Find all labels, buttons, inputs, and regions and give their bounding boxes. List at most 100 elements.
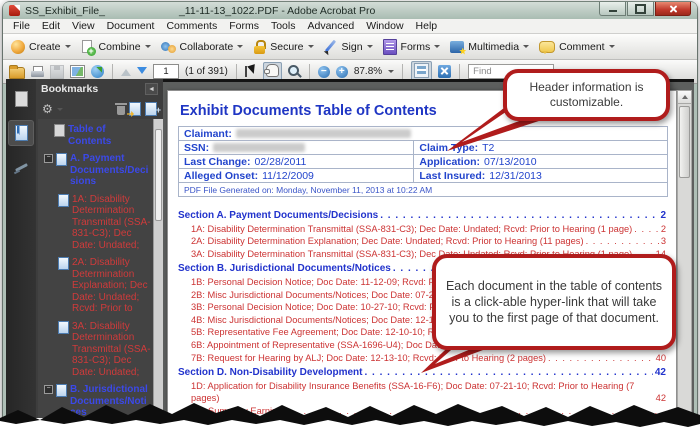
toolbar-button[interactable]: Multimedia [450,41,529,53]
chevron-down-icon [609,45,615,51]
bookmark-item[interactable]: − 2A: Disability Determination Explanati… [58,257,151,315]
menu-item[interactable]: Advanced [301,20,360,32]
toc-page-number: 42 [655,367,666,380]
title-bar[interactable]: SS_Exhibit_File_ _11-11-13_1022.PDF - Ad… [3,2,697,19]
new-bookmark-icon[interactable] [145,102,157,116]
collapse-minus-icon[interactable]: − [44,385,53,394]
toc-page-number: 3 [661,235,666,248]
panel-options-button[interactable]: ◄ [145,83,158,95]
options-gear-icon[interactable]: ⚙ [42,103,53,115]
toc-entry[interactable]: 2A: Disability Determination Explanation… [178,235,666,248]
bookmarks-panel: Bookmarks ◄ ⚙ [36,79,163,426]
separator [309,64,310,80]
toolbar-button-label: Collaborate [180,41,234,53]
menu-item[interactable]: Document [101,20,161,32]
bookmark-label: 3A: Disability Determination Transmittal… [72,321,151,379]
next-page-icon[interactable] [137,67,147,79]
toolbar-button[interactable]: Forms [383,39,441,55]
zoom-in-icon[interactable]: + [336,66,348,78]
signatures-panel-button[interactable] [9,155,33,179]
save-icon [50,65,64,79]
bookmarks-scrollbar[interactable] [153,119,163,426]
menu-item[interactable]: Edit [36,20,66,32]
claim-header-table: Claimant: SSN: Claim Type: T2 [178,126,668,197]
close-button[interactable] [655,2,691,16]
page-number-input[interactable]: 1 [153,64,179,79]
bookmark-page-icon [54,124,65,137]
redacted-claimant-value [236,129,411,138]
pages-icon [15,91,28,107]
menu-item[interactable]: View [66,20,101,32]
toolbar-button[interactable]: Collaborate [161,40,244,54]
multimedia-icon [450,41,464,53]
hand-tool-icon [266,64,279,77]
acrobat-window: SS_Exhibit_File_ _11-11-13_1022.PDF - Ad… [3,2,697,426]
menu-item[interactable]: Help [410,20,444,32]
bookmark-item[interactable]: − A. Payment Documents/Decisions [44,153,151,188]
redacted-ssn-value [213,143,305,152]
bookmarks-panel-button[interactable] [8,120,34,146]
minimize-button[interactable] [599,2,626,16]
alleged-onset-cell: Alleged Onset: 11/12/2009 [179,169,413,182]
toc-entry-text: Section B. Jurisdictional Documents/Noti… [178,263,391,276]
find-placeholder: Find [473,66,491,77]
expand-bookmark-icon[interactable] [129,102,141,116]
last-insured-cell: Last Insured: 12/31/2013 [413,169,667,182]
toolbar-button[interactable]: Comment [539,40,615,53]
share-upload-icon[interactable] [91,65,104,78]
chevron-down-icon [65,45,71,51]
toc-page-number: 2 [661,223,666,236]
marquee-zoom-icon[interactable] [288,65,301,78]
pages-panel-button[interactable] [9,87,33,111]
bookmarks-title: Bookmarks [41,83,98,95]
separator [236,64,237,80]
bookmark-item[interactable]: − 3A: Disability Determination Transmitt… [58,321,151,379]
bookmark-page-icon [58,257,69,270]
zoom-out-icon[interactable]: − [318,66,330,78]
toolbar-button[interactable]: Combine [81,40,151,54]
toolbar-button[interactable]: Create [11,40,71,54]
zoom-dropdown-icon[interactable] [388,70,394,76]
toolbar-button[interactable]: Secure [253,40,313,54]
snapshot-icon[interactable] [70,65,85,78]
last-insured-value: 12/31/2013 [489,170,542,182]
chevron-down-icon [367,45,373,51]
zoom-level-value[interactable]: 87.8% [354,66,382,77]
signature-pen-icon [14,162,29,173]
bookmark-item[interactable]: − Table of Contents [54,124,151,147]
fullscreen-icon[interactable] [438,65,451,78]
content-area: Bookmarks ◄ ⚙ [6,79,694,426]
menu-item[interactable]: Window [360,20,409,32]
toc-entry[interactable]: 1A: Disability Determination Transmittal… [178,223,666,236]
toc-entry-text: Section D. Non-Disability Development [178,367,362,380]
toolbar-button-label: Comment [559,41,605,53]
maximize-icon [635,4,646,14]
menu-item[interactable]: File [7,20,36,32]
open-file-icon[interactable] [9,67,25,79]
menu-item[interactable]: Tools [265,20,302,32]
application-cell: Application: 07/13/2010 [413,155,667,168]
options-dropdown-icon[interactable] [57,108,63,114]
maximize-button[interactable] [627,2,654,16]
separator [459,64,460,80]
chevron-down-icon [523,45,529,51]
dot-leader [548,352,654,365]
header-callout-text: Header information is customizable. [515,80,658,110]
bookmark-item[interactable]: − 1A: Disability Determination Transmitt… [58,194,151,252]
delete-bookmark-icon[interactable] [117,106,125,115]
select-tool-icon[interactable] [245,65,257,78]
toc-entry-text: 1A: Disability Determination Transmittal… [191,223,632,236]
print-icon[interactable] [31,66,44,78]
document-scrollbar[interactable] [677,90,692,426]
bookmarks-scroll-thumb[interactable] [155,129,162,221]
toc-entry[interactable]: Section A. Payment Documents/Decisions 2 [178,210,666,223]
scroll-up-icon[interactable] [678,91,691,104]
bookmark-page-icon [56,153,67,166]
menu-item[interactable]: Comments [160,20,223,32]
toolbar-button-label: Multimedia [468,41,519,53]
collapse-minus-icon[interactable]: − [44,154,53,163]
menu-item[interactable]: Forms [223,20,265,32]
scroll-thumb[interactable] [679,106,690,178]
toolbar-button[interactable]: Sign [324,40,373,54]
ssn-label: SSN: [184,142,209,154]
